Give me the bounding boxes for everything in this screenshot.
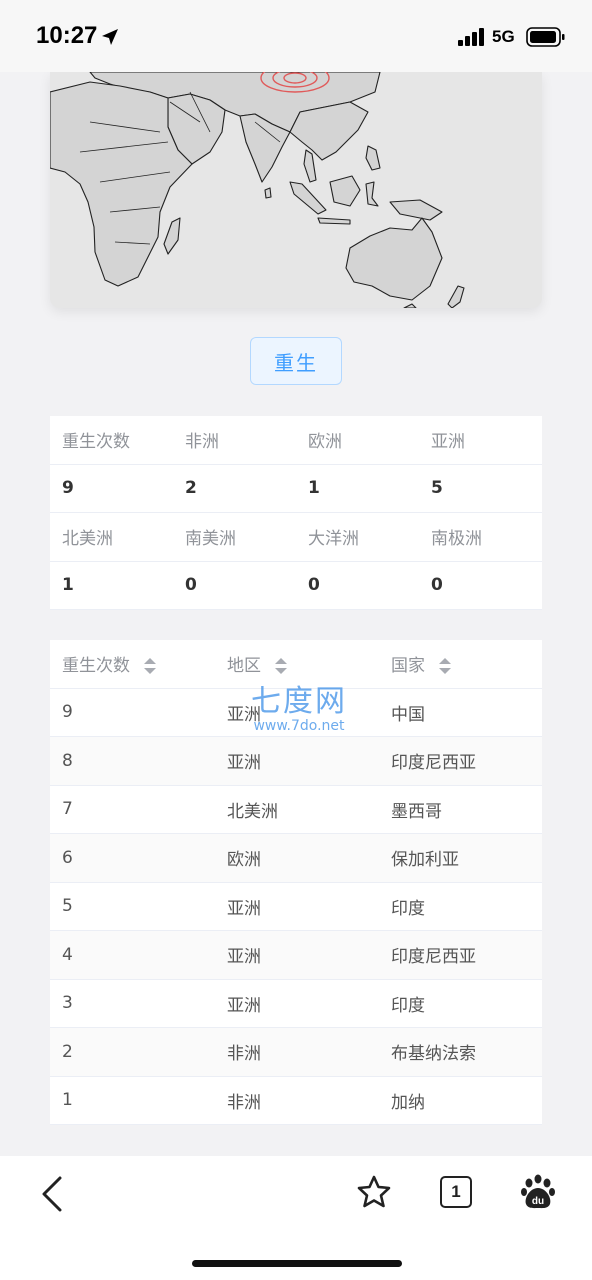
- table-cell: 保加利亚: [391, 850, 459, 871]
- continent-stats-grid: 重生次数 非洲 欧洲 亚洲 9 2 1 5 北美洲 南美洲 大洋洲 南极洲 1 …: [50, 416, 542, 610]
- table-cell: 非洲: [227, 1092, 261, 1113]
- table-cell: 6: [62, 847, 73, 868]
- table-cell: 亚洲: [227, 947, 261, 968]
- table-cell: 7: [62, 799, 73, 820]
- header-label: 国家: [391, 656, 425, 677]
- cellular-signal-icon: [458, 28, 484, 46]
- table-cell: 9: [62, 702, 73, 723]
- table-row[interactable]: 5 亚洲 印度: [50, 883, 542, 931]
- network-type: 5G: [492, 27, 515, 46]
- table-cell: 印度: [391, 995, 425, 1016]
- table-row[interactable]: 3 亚洲 印度: [50, 980, 542, 1028]
- table-cell: 北美洲: [227, 801, 278, 822]
- column-header-region[interactable]: 地区: [215, 651, 379, 676]
- table-cell: 墨西哥: [391, 801, 442, 822]
- table-cell: 2: [62, 1041, 73, 1062]
- table-row[interactable]: 8 亚洲 印度尼西亚: [50, 737, 542, 786]
- svg-text:du: du: [532, 1196, 544, 1207]
- table-row[interactable]: 2 非洲 布基纳法索: [50, 1028, 542, 1077]
- table-cell: 非洲: [227, 1044, 261, 1065]
- table-cell: 印度尼西亚: [391, 947, 476, 968]
- table-cell: 5: [62, 896, 73, 917]
- stats-cell: 0: [431, 575, 443, 596]
- table-cell: 欧洲: [227, 850, 261, 871]
- stats-label-row: 北美洲 南美洲 大洋洲 南极洲: [50, 513, 542, 562]
- bookmark-star-icon[interactable]: [356, 1174, 392, 1210]
- table-cell: 4: [62, 944, 73, 965]
- table-row[interactable]: 6 欧洲 保加利亚: [50, 834, 542, 883]
- table-cell: 亚洲: [227, 753, 261, 774]
- table-cell: 亚洲: [227, 995, 261, 1016]
- sort-caret-icon[interactable]: [438, 656, 452, 676]
- back-arrow-icon[interactable]: [40, 1176, 64, 1212]
- battery-icon: [526, 27, 565, 47]
- sort-caret-icon[interactable]: [143, 656, 157, 676]
- table-row[interactable]: 7 北美洲 墨西哥: [50, 786, 542, 834]
- table-cell: 布基纳法索: [391, 1044, 476, 1065]
- table-cell: 印度: [391, 898, 425, 919]
- column-header-count[interactable]: 重生次数: [50, 651, 215, 676]
- header-label: 重生次数: [62, 656, 130, 677]
- stats-label-row: 重生次数 非洲 欧洲 亚洲: [50, 416, 542, 465]
- stats-cell: 0: [308, 575, 320, 596]
- table-row[interactable]: 1 非洲 加纳: [50, 1077, 542, 1125]
- status-bar: 10:27 5G: [0, 0, 592, 72]
- stats-cell: 1: [308, 478, 320, 499]
- table-cell: 1: [62, 1090, 73, 1111]
- table-row[interactable]: 9 亚洲 中国: [50, 689, 542, 737]
- tab-switcher-button[interactable]: 1: [440, 1176, 472, 1208]
- rebirth-history-table: 重生次数 地区 国家 9 亚洲 中国 8 亚洲 印度尼西亚 7 北美洲 墨西哥 6 欧洲 保加利亚 5 亚…: [50, 640, 542, 1125]
- header-label: 地区: [227, 656, 261, 677]
- stats-cell: 重生次数: [62, 432, 130, 453]
- table-cell: 3: [62, 993, 73, 1014]
- stats-cell: 南美洲: [185, 529, 236, 550]
- stats-cell: 大洋洲: [308, 529, 359, 550]
- map-canvas: [50, 72, 465, 308]
- stats-cell: 非洲: [185, 432, 219, 453]
- rebirth-button[interactable]: 重生: [250, 337, 342, 385]
- stats-cell: 1: [62, 575, 74, 596]
- stats-value-row: 1 0 0 0: [50, 562, 542, 610]
- stats-cell: 亚洲: [431, 432, 465, 453]
- world-map[interactable]: [50, 72, 542, 308]
- stats-cell: 欧洲: [308, 432, 342, 453]
- table-cell: 8: [62, 750, 73, 771]
- table-cell: 加纳: [391, 1092, 425, 1113]
- sort-caret-icon[interactable]: [274, 656, 288, 676]
- baidu-paw-icon[interactable]: du: [520, 1174, 556, 1210]
- stats-cell: 9: [62, 478, 74, 499]
- stats-cell: 南极洲: [431, 529, 482, 550]
- column-header-country[interactable]: 国家: [379, 651, 542, 676]
- stats-cell: 北美洲: [62, 529, 113, 550]
- stats-cell: 5: [431, 478, 443, 499]
- location-arrow-icon: [102, 29, 118, 45]
- page-content: 重生 重生次数 非洲 欧洲 亚洲 9 2 1 5 北美洲 南美洲 大洋洲 南极洲…: [0, 72, 592, 1156]
- table-cell: 亚洲: [227, 898, 261, 919]
- status-time: 10:27: [36, 22, 98, 49]
- stats-cell: 2: [185, 478, 197, 499]
- table-header-row: 重生次数 地区 国家: [50, 640, 542, 689]
- table-row[interactable]: 4 亚洲 印度尼西亚: [50, 931, 542, 980]
- stats-cell: 0: [185, 575, 197, 596]
- table-cell: 印度尼西亚: [391, 753, 476, 774]
- home-indicator[interactable]: [192, 1260, 402, 1267]
- table-cell: 亚洲: [227, 704, 261, 725]
- stats-value-row: 9 2 1 5: [50, 465, 542, 513]
- table-cell: 中国: [391, 704, 425, 725]
- table-body: 9 亚洲 中国 8 亚洲 印度尼西亚 7 北美洲 墨西哥 6 欧洲 保加利亚 5 亚洲 印度 4 亚洲 印度尼西亚…: [50, 689, 542, 1125]
